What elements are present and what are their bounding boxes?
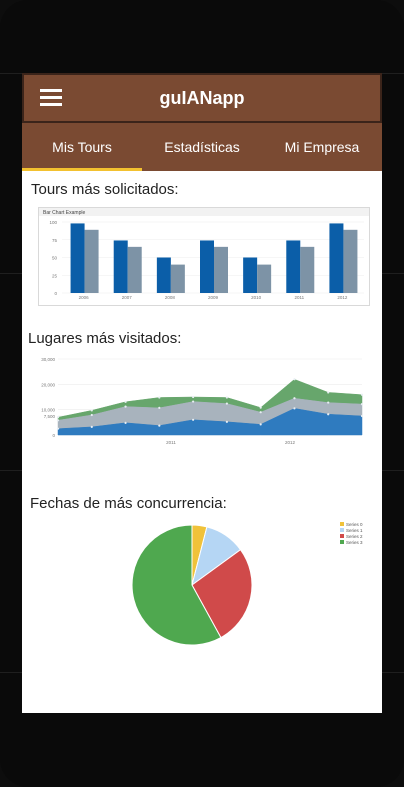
area-point xyxy=(225,420,228,423)
section-title-fechas: Fechas de más concurrencia: xyxy=(30,495,227,512)
legend-swatch xyxy=(340,522,344,526)
section-title-tours: Tours más solicitados: xyxy=(31,181,179,198)
area-point xyxy=(327,413,330,416)
bar xyxy=(257,264,272,293)
y-tick-label: 0 xyxy=(52,433,55,438)
area-point xyxy=(192,418,195,421)
chart-title-bar xyxy=(39,208,369,216)
area-chart: 0 7,50010,000 20,000 30,000 2011 2012 xyxy=(41,357,364,445)
x-tick-label: 2008 xyxy=(165,295,176,300)
bar xyxy=(200,240,214,293)
bar xyxy=(156,257,171,293)
bar xyxy=(243,257,258,293)
legend-label: Series 1 xyxy=(346,528,363,533)
bar xyxy=(214,246,228,293)
area-point xyxy=(293,407,296,410)
area-point xyxy=(360,393,364,396)
area-point xyxy=(124,400,127,403)
area-point xyxy=(327,401,330,404)
legend-swatch xyxy=(340,534,344,538)
area-point xyxy=(360,414,364,418)
y-tick-label: 7,500 xyxy=(44,414,56,419)
x-tick-label: 2012 xyxy=(285,440,296,445)
area-point xyxy=(124,421,127,424)
area-point xyxy=(158,424,161,427)
app-bar: guIANapp xyxy=(22,73,382,123)
area-point xyxy=(56,416,60,419)
area-point xyxy=(225,402,228,405)
bar xyxy=(300,246,315,293)
bar xyxy=(84,229,99,293)
section-title-lugares: Lugares más visitados: xyxy=(28,330,182,347)
x-tick-label: 2011 xyxy=(166,440,176,445)
app-title: guIANapp xyxy=(159,88,245,108)
y-tick-label: 25 xyxy=(52,273,58,278)
x-tick-label: 2011 xyxy=(294,295,304,300)
area-point xyxy=(259,411,262,414)
y-tick-label: 20,000 xyxy=(41,382,55,387)
tab-bar: Mis Tours Estadísticas Mi Empresa xyxy=(22,123,382,171)
x-tick-label: 2012 xyxy=(337,295,348,300)
x-tick-label: 2006 xyxy=(79,295,90,300)
legend-swatch xyxy=(340,528,344,532)
bar xyxy=(343,229,358,293)
area-point xyxy=(259,423,262,426)
legend-label: Series 0 xyxy=(346,522,363,527)
chart-title: Bar Chart Example xyxy=(43,210,85,216)
tab-estadisticas[interactable]: Estadísticas xyxy=(142,123,262,171)
area-point xyxy=(90,413,93,417)
area-point xyxy=(90,425,93,428)
y-tick-label: 10,000 xyxy=(41,408,55,413)
area-point xyxy=(259,406,262,409)
area-point xyxy=(293,397,296,400)
y-tick-label: 30,000 xyxy=(41,357,55,362)
area-point xyxy=(158,406,161,409)
x-tick-label: 2010 xyxy=(251,295,262,300)
area-point xyxy=(327,391,330,394)
bar xyxy=(170,264,185,293)
pie-chart: Series 0Series 1Series 2Series 3 xyxy=(131,522,363,646)
legend-label: Series 3 xyxy=(346,540,363,545)
y-tick-label: 100 xyxy=(49,220,57,225)
bar xyxy=(127,246,142,293)
y-tick-label: 75 xyxy=(52,238,58,243)
bar xyxy=(329,223,344,293)
bar xyxy=(113,240,128,293)
area-point xyxy=(225,396,228,399)
app-screen: guIANapp Mis Tours Estadísticas Mi Empre… xyxy=(22,73,382,713)
area-point xyxy=(293,378,296,381)
bar xyxy=(70,223,85,293)
tab-mi-empresa[interactable]: Mi Empresa xyxy=(262,123,382,171)
x-tick-label: 2009 xyxy=(208,295,219,300)
area-point xyxy=(56,419,60,422)
area-point xyxy=(124,405,127,408)
area-point xyxy=(192,395,195,399)
area-point xyxy=(56,427,60,430)
y-tick-label: 50 xyxy=(52,256,58,261)
bar-chart: Bar Chart Example02550751002006 2007 2008 2… xyxy=(38,207,370,306)
legend-swatch xyxy=(340,540,344,544)
area-point xyxy=(360,402,364,406)
area-point xyxy=(192,400,195,403)
phone-frame: guIANapp Mis Tours Estadísticas Mi Empre… xyxy=(0,0,404,787)
tab-mis-tours[interactable]: Mis Tours xyxy=(22,123,142,171)
area-point xyxy=(158,396,161,399)
bar xyxy=(286,240,301,293)
area-point xyxy=(90,409,93,412)
x-tick-label: 2007 xyxy=(122,295,133,300)
legend-label: Series 2 xyxy=(346,534,363,539)
